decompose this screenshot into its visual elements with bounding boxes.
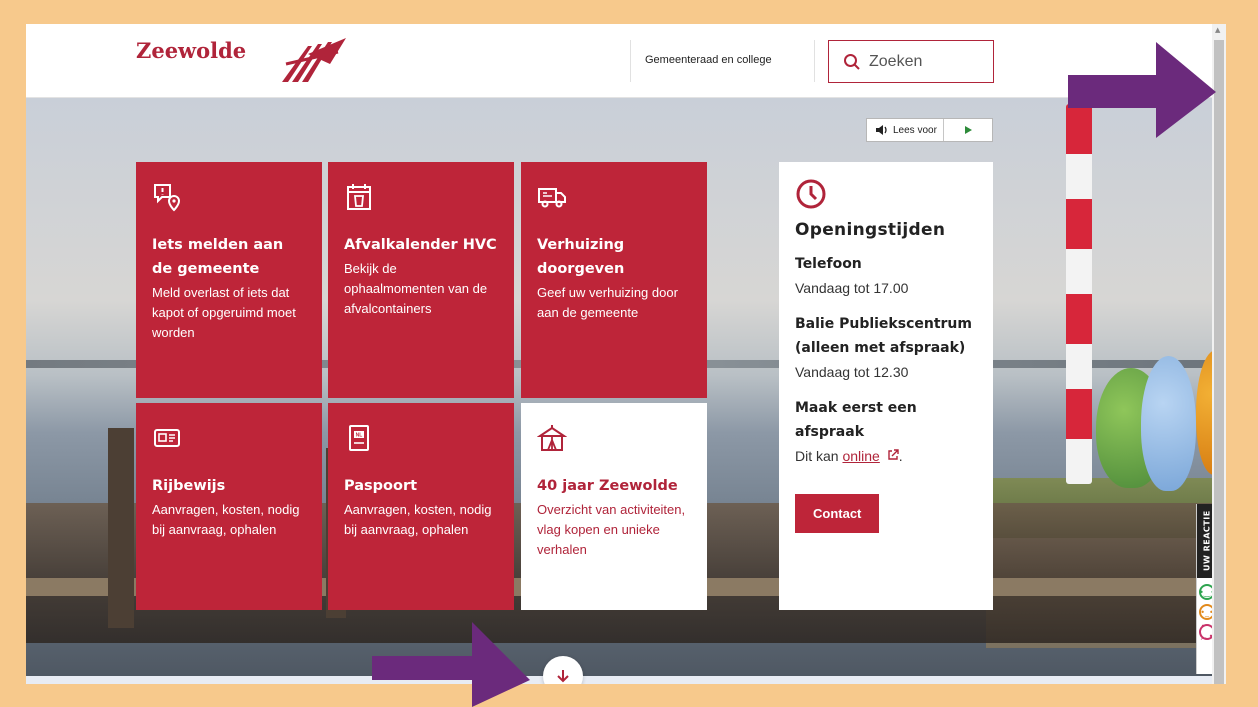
- tile-desc: Geef uw verhuizing door aan de gemeente: [537, 285, 678, 320]
- tile-title: Verhuizing doorgeven: [537, 237, 625, 277]
- moving-truck-icon: [538, 188, 566, 208]
- nav-link-council[interactable]: Gemeenteraad en college: [645, 54, 772, 66]
- search-input[interactable]: Zoeken: [828, 40, 994, 83]
- tile-title: Paspoort: [344, 478, 418, 494]
- online-link[interactable]: online: [842, 448, 879, 464]
- svg-text:NL: NL: [356, 433, 363, 439]
- report-location-icon: [154, 184, 181, 212]
- tent-icon: [536, 425, 568, 451]
- external-link-icon: [888, 449, 899, 460]
- tile-passport[interactable]: NL Paspoort Aanvragen, kosten, nodig bij…: [328, 403, 514, 610]
- calendar-bin-icon: [347, 184, 371, 210]
- tile-desc: Overzicht van activiteiten, vlag kopen e…: [537, 502, 686, 557]
- read-aloud-label: Lees voor: [893, 124, 937, 136]
- tile-waste-calendar[interactable]: Afvalkalender HVC Bekijk de ophaalmoment…: [328, 162, 514, 398]
- appointment-suffix: .: [898, 448, 903, 464]
- annotation-arrow-right-icon: [1068, 42, 1216, 138]
- desk-label: Balie Publiekscentrum (alleen met afspra…: [795, 316, 972, 356]
- desk-hours: Vandaag tot 12.30: [795, 364, 909, 380]
- phone-hours: Vandaag tot 17.00: [795, 280, 909, 296]
- tile-title: Afvalkalender HVC: [344, 237, 497, 253]
- logo-sail-icon[interactable]: [278, 34, 348, 86]
- search-placeholder: Zoeken: [869, 52, 923, 70]
- read-aloud-widget[interactable]: Lees voor: [866, 118, 993, 142]
- id-card-icon: [154, 429, 180, 447]
- tile-drivers-license[interactable]: Rijbewijs Aanvragen, kosten, nodig bij a…: [136, 403, 322, 610]
- tile-title: Iets melden aan de gemeente: [152, 237, 284, 277]
- play-button[interactable]: [944, 125, 992, 135]
- logo-text[interactable]: Zeewolde: [136, 38, 246, 63]
- clock-icon: [796, 179, 826, 209]
- arrow-down-icon: [557, 670, 569, 683]
- annotation-arrow-down-right-icon: [372, 622, 530, 707]
- search-icon: [844, 53, 860, 70]
- browser-viewport: Zeewolde Gemeenteraad en college Zoeken: [26, 24, 1226, 684]
- tile-desc: Aanvragen, kosten, nodig bij aanvraag, o…: [344, 502, 492, 537]
- opening-hours-title: Openingstijden: [795, 220, 946, 240]
- appointment-text: Dit kan online .: [795, 444, 977, 468]
- tile-moving[interactable]: Verhuizing doorgeven Geef uw verhuizing …: [521, 162, 707, 398]
- tile-title: Rijbewijs: [152, 478, 226, 494]
- site-header: Zeewolde Gemeenteraad en college Zoeken: [26, 24, 1212, 98]
- tile-desc: Aanvragen, kosten, nodig bij aanvraag, o…: [152, 502, 300, 537]
- tile-40-years[interactable]: 40 jaar Zeewolde Overzicht van activitei…: [521, 403, 707, 610]
- contact-button[interactable]: Contact: [795, 494, 880, 533]
- read-aloud-button[interactable]: Lees voor: [867, 119, 944, 141]
- tile-desc: Meld overlast of iets dat kapot of opger…: [152, 285, 296, 340]
- tile-report[interactable]: Iets melden aan de gemeente Meld overlas…: [136, 162, 322, 398]
- passport-icon: NL: [349, 425, 369, 451]
- appointment-label: Maak eerst een afspraak: [795, 400, 917, 440]
- scroll-up-icon[interactable]: ▲: [1215, 26, 1220, 34]
- opening-hours-card: Openingstijden Telefoon Vandaag tot 17.0…: [779, 162, 993, 610]
- appointment-prefix: Dit kan: [795, 448, 843, 464]
- speaker-icon: [876, 125, 887, 135]
- tile-title: 40 jaar Zeewolde: [537, 478, 678, 494]
- play-icon: [964, 126, 972, 134]
- tile-desc: Bekijk de ophaalmomenten van de afvalcon…: [344, 261, 488, 316]
- phone-label: Telefoon: [795, 256, 862, 272]
